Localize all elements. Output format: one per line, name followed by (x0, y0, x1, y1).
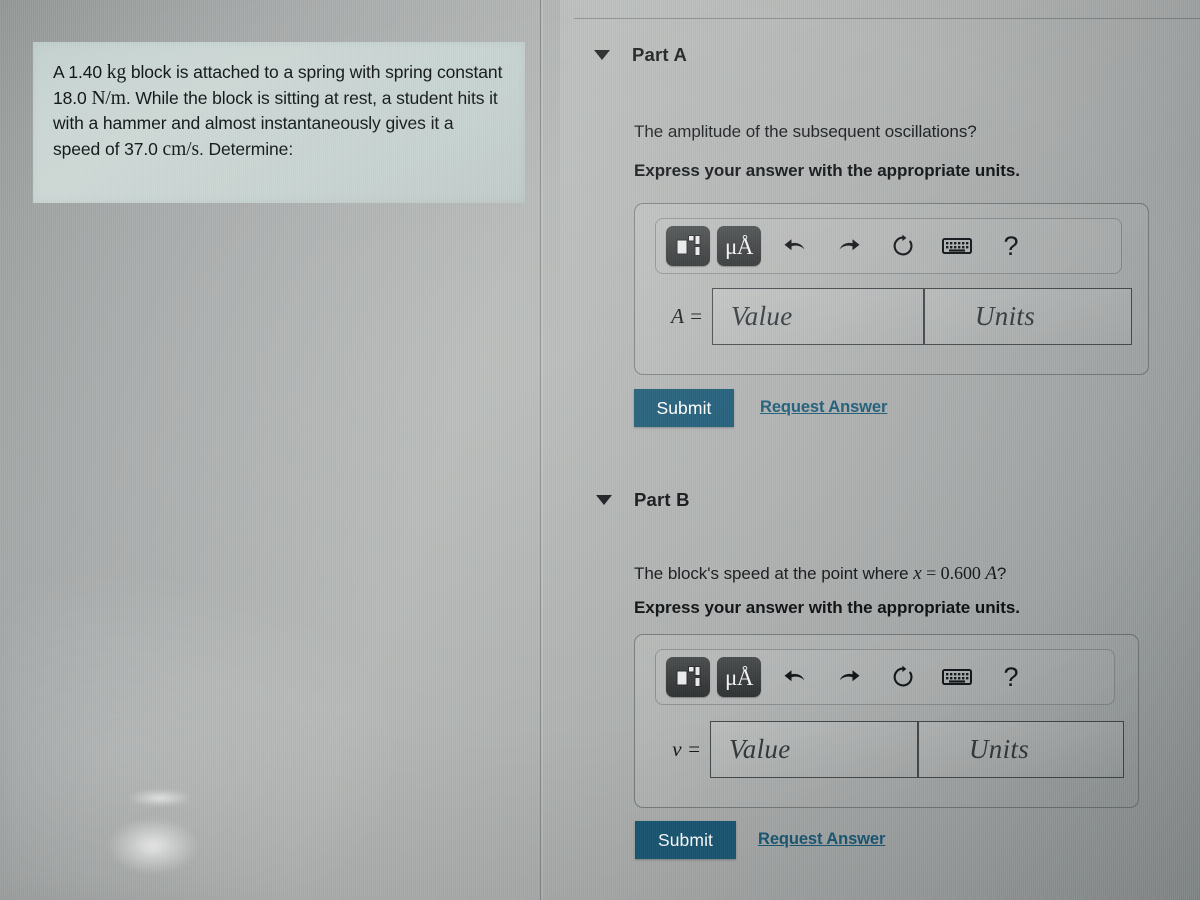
part-a-units-note: Express your answer with the appropriate… (634, 161, 1020, 180)
part-b-title: Part B (634, 489, 690, 510)
part-b-value-input[interactable]: Value (710, 721, 918, 778)
redo-arrow-icon[interactable] (822, 657, 876, 697)
problem-math-unit: cm/s (162, 138, 200, 160)
problem-pane: A 1.40 kg block is attached to a spring … (0, 0, 540, 900)
part-b-math-eq: = 0.600 (921, 563, 986, 583)
part-b-header[interactable]: Part B (596, 489, 690, 511)
keyboard-icon[interactable] (930, 657, 984, 697)
part-a-header[interactable]: Part A (594, 44, 687, 66)
caret-down-icon[interactable] (594, 50, 610, 60)
part-b-question: The block's speed at the point where x =… (634, 563, 1006, 585)
part-a-value-placeholder: Value (731, 301, 793, 331)
part-a-units-input[interactable]: Units (924, 288, 1132, 345)
keyboard-icon[interactable] (930, 226, 984, 266)
units-button-label: μÅ (725, 233, 753, 259)
part-a-submit-button[interactable]: Submit (634, 389, 734, 427)
help-question-icon[interactable]: ? (984, 657, 1038, 697)
part-b-question-prefix: The block's speed at the point where (634, 564, 914, 583)
part-b-answer-panel: μÅ ? v = Value Units (634, 634, 1139, 808)
undo-arrow-icon[interactable] (768, 657, 822, 697)
undo-arrow-icon[interactable] (768, 226, 822, 266)
part-a-variable-label: A = (671, 304, 703, 328)
part-b-value-placeholder: Value (729, 734, 791, 764)
answer-pane: Part A The amplitude of the subsequent o… (560, 0, 1200, 900)
part-a-value-input[interactable]: Value (712, 288, 924, 345)
screenshot-root: A 1.40 kg block is attached to a spring … (0, 0, 1200, 900)
pane-divider-highlight (541, 0, 543, 900)
caret-down-icon[interactable] (596, 495, 612, 505)
problem-statement-text: A 1.40 kg block is attached to a spring … (53, 60, 505, 162)
reset-circular-arrow-icon[interactable] (876, 226, 930, 266)
part-a-answer-panel: μÅ ? A = Value Units (634, 203, 1149, 375)
part-b-toolbar: μÅ ? (655, 649, 1115, 705)
problem-math-unit: kg (106, 62, 127, 83)
top-divider-rule (574, 18, 1200, 19)
part-b-units-placeholder: Units (969, 734, 1030, 764)
part-a-field-row: A = Value Units (643, 288, 1143, 345)
units-mu-angstrom-button[interactable]: μÅ (717, 657, 761, 697)
part-b-math-x: x (913, 563, 922, 584)
template-layout-icon[interactable] (666, 657, 710, 697)
redo-arrow-icon[interactable] (822, 226, 876, 266)
problem-text-run: . Determine: (198, 138, 294, 159)
problem-statement-card: A 1.40 kg block is attached to a spring … (33, 42, 525, 203)
part-a-question-text: The amplitude of the subsequent oscillat… (634, 122, 977, 141)
units-mu-angstrom-button[interactable]: μÅ (717, 226, 761, 266)
part-a-request-answer-link[interactable]: Request Answer (760, 398, 887, 417)
problem-text-run: A 1.40 (53, 62, 107, 82)
part-a-toolbar: μÅ ? (655, 218, 1122, 274)
part-b-units-input[interactable]: Units (918, 721, 1124, 778)
part-a-question: The amplitude of the subsequent oscillat… (634, 122, 977, 142)
help-question-icon[interactable]: ? (984, 226, 1038, 266)
part-b-units-note: Express your answer with the appropriate… (634, 598, 1020, 617)
part-b-field-row: v = Value Units (643, 721, 1135, 778)
part-b-request-answer-link[interactable]: Request Answer (758, 830, 885, 849)
part-b-variable-label: v = (672, 737, 701, 761)
part-b-math-amplitude: A (985, 563, 997, 584)
units-button-label: μÅ (725, 664, 753, 690)
reset-circular-arrow-icon[interactable] (876, 657, 930, 697)
template-layout-icon[interactable] (666, 226, 710, 266)
part-a-units-placeholder: Units (975, 301, 1036, 331)
part-b-question-suffix: ? (996, 564, 1007, 583)
part-b-submit-button[interactable]: Submit (635, 821, 736, 859)
problem-math-unit: N/m (91, 87, 126, 109)
part-a-title: Part A (632, 44, 688, 65)
